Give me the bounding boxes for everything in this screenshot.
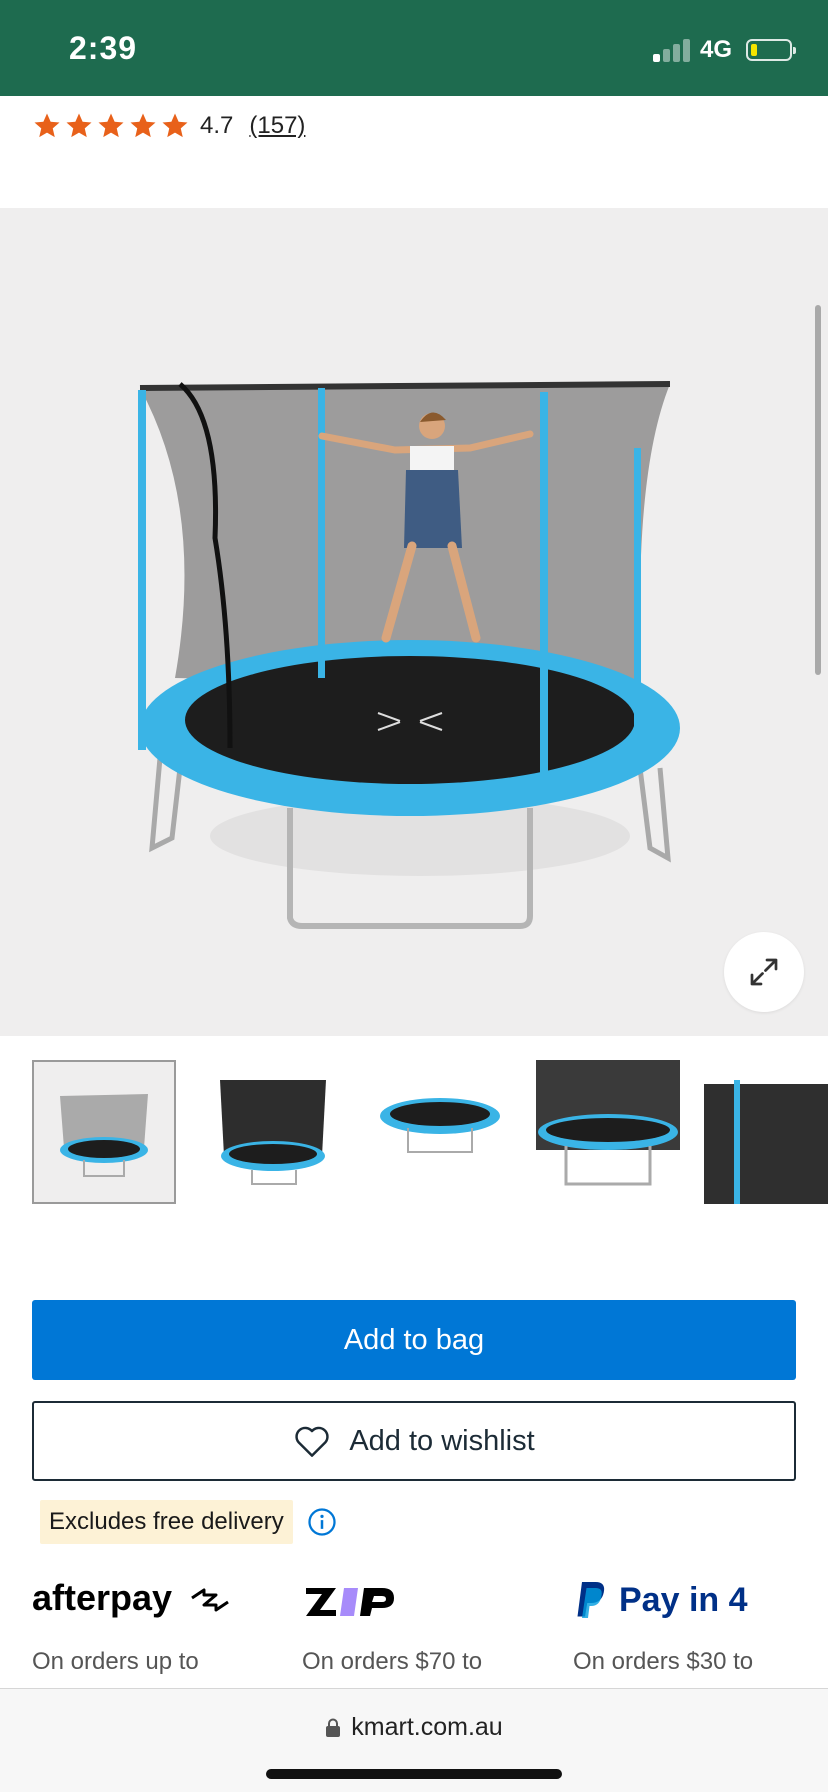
rating-stars <box>32 111 190 141</box>
add-to-wishlist-label: Add to wishlist <box>349 1424 535 1457</box>
browser-bottom-bar: kmart.com.au <box>0 1688 828 1792</box>
afterpay-terms: On orders up to <box>32 1648 199 1675</box>
trampoline-thumbnail <box>220 1080 326 1185</box>
add-to-bag-button[interactable]: Add to bag <box>32 1300 796 1380</box>
svg-text:afterpay: afterpay <box>32 1578 172 1618</box>
star-icon <box>162 113 188 138</box>
thumbnail-3[interactable] <box>368 1060 512 1204</box>
status-indicators: 4G <box>652 36 796 64</box>
zip-logo <box>302 1578 542 1622</box>
thumbnail-4[interactable] <box>536 1060 680 1204</box>
paypal-option[interactable]: Pay in 4 On orders $30 to <box>573 1578 813 1676</box>
delivery-badge: Excludes free delivery <box>40 1500 293 1544</box>
signal-icon <box>652 38 690 62</box>
trampoline-thumbnail <box>704 1080 828 1204</box>
star-icon <box>34 113 60 138</box>
trampoline-thumbnail <box>536 1060 680 1186</box>
afterpay-logo: afterpay <box>32 1578 272 1622</box>
zip-option[interactable]: On orders $70 to <box>302 1578 542 1676</box>
image-thumbnail-strip[interactable] <box>32 1060 828 1204</box>
trampoline-thumbnail <box>34 1062 174 1202</box>
add-to-wishlist-button[interactable]: Add to wishlist <box>32 1401 796 1481</box>
home-indicator[interactable] <box>266 1769 562 1779</box>
expand-image-button[interactable] <box>724 932 804 1012</box>
star-icon <box>66 113 92 138</box>
url-bar[interactable]: kmart.com.au <box>0 1713 828 1742</box>
review-count-link[interactable]: (157) <box>249 112 305 140</box>
zip-terms: On orders $70 to <box>302 1648 483 1675</box>
status-bar: 2:39 4G <box>0 0 828 96</box>
thumbnail-2[interactable] <box>200 1060 344 1204</box>
paypal-icon <box>577 1582 605 1618</box>
info-icon[interactable] <box>307 1507 337 1537</box>
star-icon <box>130 113 156 138</box>
trampoline-image <box>138 381 680 929</box>
url-text: kmart.com.au <box>351 1713 503 1741</box>
trampoline-thumbnail <box>380 1098 500 1153</box>
thumbnail-1[interactable] <box>32 1060 176 1204</box>
product-rating: 4.7 (157) <box>32 108 305 144</box>
network-label: 4G <box>699 36 732 63</box>
lock-icon <box>326 1718 341 1737</box>
scrollbar[interactable] <box>815 305 821 675</box>
afterpay-option[interactable]: afterpay On orders up to <box>32 1578 272 1676</box>
star-icon <box>98 113 124 138</box>
rating-value: 4.7 <box>200 112 234 139</box>
battery-icon <box>746 39 796 61</box>
thumbnail-5[interactable] <box>704 1060 828 1204</box>
product-main-image[interactable] <box>0 208 828 1036</box>
paypal-logo: Pay in 4 <box>573 1578 813 1622</box>
paypal-label: Pay in 4 <box>619 1580 748 1619</box>
delivery-notice: Excludes free delivery <box>40 1500 337 1544</box>
expand-icon <box>750 958 778 986</box>
heart-icon <box>295 1426 329 1457</box>
paypal-terms: On orders $30 to <box>573 1648 754 1675</box>
status-time: 2:39 <box>69 30 138 66</box>
